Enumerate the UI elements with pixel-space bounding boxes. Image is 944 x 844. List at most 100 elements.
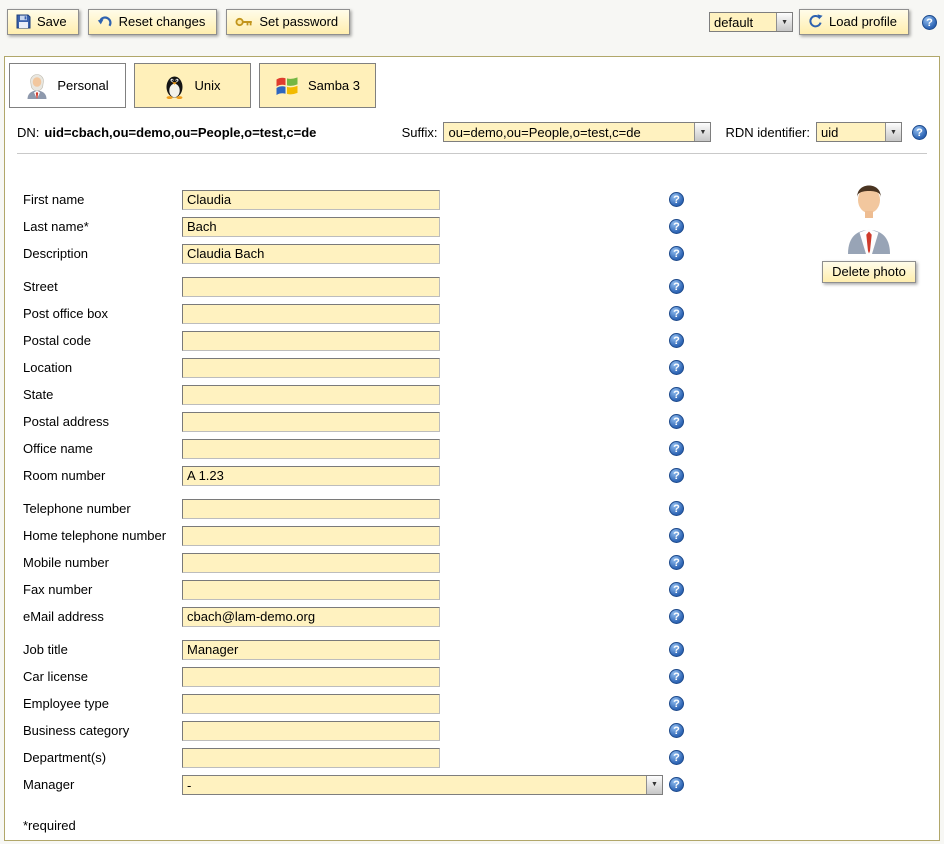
- field-label: Business category: [23, 723, 182, 738]
- field-input-wrap: [182, 526, 663, 546]
- rdn-select-value: uid: [817, 123, 885, 141]
- suffix-label: Suffix:: [402, 125, 438, 140]
- personal-form: First name?Last name*?Description?Street…: [5, 154, 939, 798]
- field-input-wrap: [182, 553, 663, 573]
- select-arrow-icon[interactable]: ▼: [646, 776, 662, 794]
- field-input[interactable]: [182, 439, 440, 459]
- form-section: Street?Post office box?Postal code?Locat…: [23, 273, 939, 489]
- refresh-icon: [808, 14, 823, 29]
- help-icon[interactable]: ?: [669, 555, 684, 570]
- field-input[interactable]: [182, 580, 440, 600]
- field-label: Postal address: [23, 414, 182, 429]
- help-icon[interactable]: ?: [669, 333, 684, 348]
- field-input-wrap: -▼: [182, 775, 663, 795]
- field-input-wrap: [182, 304, 663, 324]
- select-arrow-icon[interactable]: ▼: [776, 13, 792, 31]
- field-input-wrap: [182, 277, 663, 297]
- field-input[interactable]: [182, 277, 440, 297]
- form-row: Telephone number?: [23, 495, 939, 522]
- field-input[interactable]: [182, 358, 440, 378]
- field-input[interactable]: [182, 385, 440, 405]
- field-input[interactable]: [182, 694, 440, 714]
- field-label: Last name*: [23, 219, 182, 234]
- field-input[interactable]: [182, 244, 440, 264]
- help-icon[interactable]: ?: [669, 696, 684, 711]
- profile-select[interactable]: default ▼: [709, 12, 793, 32]
- field-label: Home telephone number: [23, 528, 182, 543]
- form-row: Office name?: [23, 435, 939, 462]
- dn-bar: DN: uid=cbach,ou=demo,ou=People,o=test,c…: [5, 108, 939, 142]
- suffix-select[interactable]: ou=demo,ou=People,o=test,c=de ▼: [443, 122, 711, 142]
- field-label: Department(s): [23, 750, 182, 765]
- help-icon[interactable]: ?: [669, 387, 684, 402]
- help-icon[interactable]: ?: [669, 501, 684, 516]
- field-label: First name: [23, 192, 182, 207]
- field-input[interactable]: [182, 190, 440, 210]
- tab-samba3[interactable]: Samba 3: [259, 63, 376, 108]
- help-icon[interactable]: ?: [922, 15, 937, 30]
- field-input[interactable]: [182, 412, 440, 432]
- help-icon[interactable]: ?: [669, 441, 684, 456]
- save-button[interactable]: Save: [7, 9, 79, 35]
- key-icon: [235, 16, 253, 28]
- select-arrow-icon[interactable]: ▼: [885, 123, 901, 141]
- help-icon[interactable]: ?: [669, 609, 684, 624]
- help-icon[interactable]: ?: [669, 723, 684, 738]
- field-input[interactable]: [182, 607, 440, 627]
- field-input[interactable]: [182, 526, 440, 546]
- help-icon[interactable]: ?: [669, 468, 684, 483]
- field-input[interactable]: [182, 466, 440, 486]
- help-icon[interactable]: ?: [669, 246, 684, 261]
- field-input-wrap: [182, 694, 663, 714]
- help-icon[interactable]: ?: [669, 642, 684, 657]
- form-row: eMail address?: [23, 603, 939, 630]
- rdn-identifier-select[interactable]: uid ▼: [816, 122, 902, 142]
- field-input[interactable]: [182, 304, 440, 324]
- toolbar-right-group: default ▼ Load profile ?: [709, 9, 937, 35]
- help-icon[interactable]: ?: [669, 669, 684, 684]
- dn-value: uid=cbach,ou=demo,ou=People,o=test,c=de: [44, 125, 316, 140]
- set-password-button[interactable]: Set password: [226, 9, 350, 35]
- save-button-label: Save: [37, 14, 67, 29]
- form-row: Room number?: [23, 462, 939, 489]
- help-icon[interactable]: ?: [669, 279, 684, 294]
- field-input[interactable]: [182, 721, 440, 741]
- help-icon[interactable]: ?: [912, 125, 927, 140]
- toolbar: Save Reset changes Set password default …: [7, 7, 937, 37]
- tab-unix[interactable]: Unix: [134, 63, 251, 108]
- help-icon[interactable]: ?: [669, 528, 684, 543]
- help-icon[interactable]: ?: [669, 414, 684, 429]
- field-input[interactable]: [182, 499, 440, 519]
- field-input-wrap: [182, 244, 663, 264]
- form-row: Business category?: [23, 717, 939, 744]
- help-icon[interactable]: ?: [669, 360, 684, 375]
- field-input[interactable]: [182, 748, 440, 768]
- tab-personal[interactable]: Personal: [9, 63, 126, 108]
- reset-changes-button[interactable]: Reset changes: [88, 9, 218, 35]
- field-input[interactable]: [182, 217, 440, 237]
- help-icon[interactable]: ?: [669, 306, 684, 321]
- help-icon[interactable]: ?: [669, 192, 684, 207]
- set-password-label: Set password: [259, 14, 338, 29]
- help-icon[interactable]: ?: [669, 582, 684, 597]
- photo-box: Delete photo: [813, 184, 925, 283]
- form-row: Postal address?: [23, 408, 939, 435]
- form-row: First name?: [23, 186, 939, 213]
- field-input-wrap: [182, 412, 663, 432]
- form-row: Department(s)?: [23, 744, 939, 771]
- field-label: State: [23, 387, 182, 402]
- field-input[interactable]: [182, 553, 440, 573]
- field-input-wrap: [182, 439, 663, 459]
- required-note: *required: [5, 804, 939, 833]
- field-input[interactable]: [182, 640, 440, 660]
- manager-select[interactable]: -▼: [182, 775, 663, 795]
- help-icon[interactable]: ?: [669, 750, 684, 765]
- field-input[interactable]: [182, 331, 440, 351]
- delete-photo-button[interactable]: Delete photo: [822, 261, 916, 283]
- select-arrow-icon[interactable]: ▼: [694, 123, 710, 141]
- help-icon[interactable]: ?: [669, 219, 684, 234]
- field-label: Job title: [23, 642, 182, 657]
- help-icon[interactable]: ?: [669, 777, 684, 792]
- field-input[interactable]: [182, 667, 440, 687]
- load-profile-button[interactable]: Load profile: [799, 9, 909, 35]
